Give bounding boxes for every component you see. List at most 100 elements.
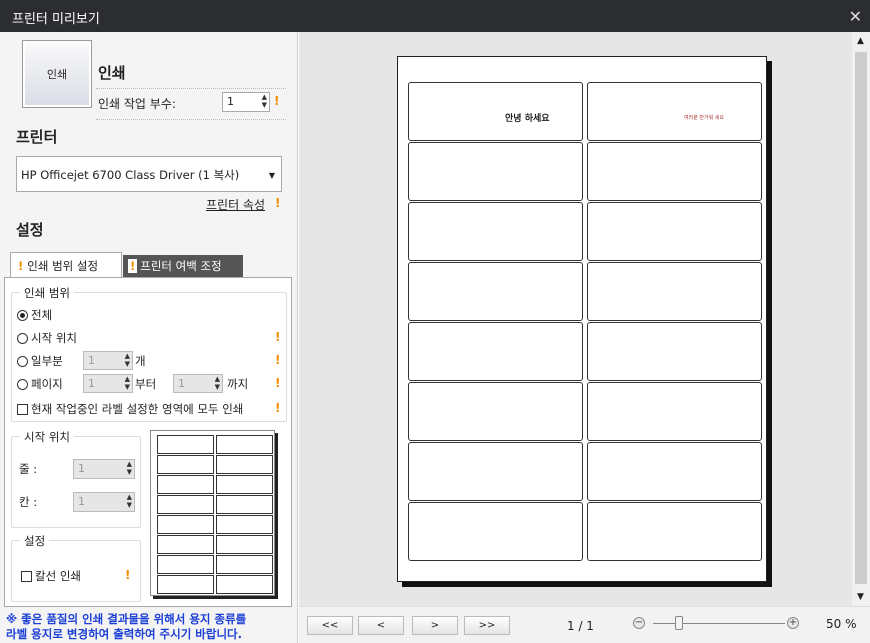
- radio-icon[interactable]: [17, 332, 28, 344]
- warning-icon: !: [275, 401, 281, 415]
- vertical-scrollbar[interactable]: ▲ ▼: [852, 32, 870, 606]
- thumbnail-cell[interactable]: [157, 435, 214, 454]
- warning-icon: !: [275, 376, 281, 390]
- settings-panel: 인쇄 인쇄 인쇄 작업 부수: 1 ▲ ▼ ! 프린터 HP Officejet 6…: [0, 32, 298, 643]
- spin-arrows-icon[interactable]: ▲ ▼: [125, 375, 130, 391]
- thumbnail-cell[interactable]: [157, 515, 214, 534]
- zoom-slider-thumb[interactable]: [675, 616, 684, 630]
- checkbox-current-area[interactable]: 현재 작업중인 라벨 설정한 영역에 모두 인쇄: [17, 401, 243, 417]
- label-cell: [587, 142, 762, 201]
- thumbnail-cell[interactable]: [157, 475, 214, 494]
- thumbnail-cell[interactable]: [216, 455, 273, 474]
- last-page-button[interactable]: >>: [464, 616, 510, 635]
- thumbnail-cell[interactable]: [157, 575, 214, 594]
- label-cell: [408, 382, 583, 441]
- label-cell: 안녕 하세요: [408, 82, 583, 141]
- thumbnail-cell[interactable]: [157, 555, 214, 574]
- radio-label: 페이지: [31, 377, 63, 391]
- thumbnail-cell[interactable]: [216, 495, 273, 514]
- label-layout-thumbnail[interactable]: [150, 430, 275, 596]
- scroll-down-icon[interactable]: ▼: [857, 592, 864, 602]
- first-page-button[interactable]: <<: [307, 616, 353, 635]
- title-bar: 프린터 미리보기 ✕: [0, 0, 870, 32]
- stepper-value: 1: [88, 377, 95, 390]
- thumbnail-cell[interactable]: [157, 495, 214, 514]
- to-suffix: 까지: [227, 377, 249, 391]
- thumbnail-cell[interactable]: [216, 535, 273, 554]
- checkbox-label: 현재 작업중인 라벨 설정한 영역에 모두 인쇄: [31, 402, 244, 416]
- prev-page-button[interactable]: <: [358, 616, 404, 635]
- thumbnail-cell[interactable]: [216, 575, 273, 594]
- radio-partial[interactable]: 일부분: [17, 353, 63, 369]
- divider: [96, 119, 286, 120]
- page-to-stepper[interactable]: 1 ▲ ▼: [173, 374, 223, 393]
- label-cell: [408, 502, 583, 561]
- preview-page: 안녕 하세요 여러분 반가워 세요: [397, 56, 767, 582]
- zoom-out-icon[interactable]: −: [633, 617, 645, 629]
- radio-all[interactable]: 전체: [17, 307, 52, 323]
- radio-label: 전체: [31, 308, 53, 322]
- label-cell: [587, 502, 762, 561]
- label-text: 여러분 반가워 세요: [684, 115, 724, 121]
- spin-arrows-icon[interactable]: ▲ ▼: [127, 460, 132, 476]
- tab-printer-margin[interactable]: ! 프린터 여백 조정: [123, 255, 243, 277]
- thumbnail-cell[interactable]: [157, 535, 214, 554]
- thumbnail-cell[interactable]: [216, 555, 273, 574]
- tab-print-range[interactable]: ! 인쇄 범위 설정: [10, 252, 122, 278]
- zoom-in-icon[interactable]: +: [787, 617, 799, 629]
- label-cell: [408, 322, 583, 381]
- stepper-value: 1: [78, 462, 85, 475]
- thumbnail-cell[interactable]: [216, 475, 273, 494]
- label-cell: [587, 382, 762, 441]
- group-title: 시작 위치: [20, 429, 74, 445]
- printer-select[interactable]: HP Officejet 6700 Class Driver (1 복사) ▼: [16, 156, 282, 192]
- radio-selected-icon[interactable]: [17, 309, 28, 321]
- thumbnail-cell[interactable]: [216, 435, 273, 454]
- group-title: 설정: [20, 533, 50, 549]
- label-text: 안녕 하세요: [505, 114, 550, 124]
- printer-properties-link[interactable]: 프린터 속성: [206, 196, 265, 213]
- radio-icon[interactable]: [17, 378, 28, 390]
- close-icon[interactable]: ✕: [849, 7, 862, 26]
- col-label: 칸 :: [19, 495, 38, 509]
- warning-icon: !: [128, 259, 138, 273]
- checkbox-icon[interactable]: [21, 570, 32, 582]
- spin-arrows-icon[interactable]: ▲ ▼: [127, 493, 132, 509]
- print-button[interactable]: 인쇄: [22, 40, 92, 108]
- radio-start-pos[interactable]: 시작 위치: [17, 330, 77, 346]
- label-cell: [587, 442, 762, 501]
- copies-label: 인쇄 작업 부수:: [98, 97, 176, 111]
- label-cell: [408, 202, 583, 261]
- partial-unit: 개: [135, 354, 146, 368]
- page-from-stepper[interactable]: 1 ▲ ▼: [83, 374, 133, 393]
- copies-value: 1: [227, 95, 234, 108]
- stepper-value: 1: [78, 495, 85, 508]
- warning-icon: !: [275, 196, 281, 210]
- next-page-button[interactable]: >: [412, 616, 458, 635]
- spin-arrows-icon[interactable]: ▲ ▼: [215, 375, 220, 391]
- scroll-up-icon[interactable]: ▲: [857, 36, 864, 46]
- divider: [96, 88, 286, 89]
- thumbnail-cell[interactable]: [157, 455, 214, 474]
- label-cell: [408, 442, 583, 501]
- spin-arrows-icon[interactable]: ▲ ▼: [262, 93, 267, 109]
- print-heading: 인쇄: [98, 64, 126, 82]
- tab-label: 프린터 여백 조정: [140, 259, 222, 273]
- window-title: 프린터 미리보기: [12, 12, 100, 27]
- zoom-slider-track[interactable]: [653, 623, 785, 624]
- col-stepper[interactable]: 1 ▲ ▼: [73, 492, 135, 512]
- row-stepper[interactable]: 1 ▲ ▼: [73, 459, 135, 479]
- checkbox-icon[interactable]: [17, 403, 28, 415]
- spin-arrows-icon[interactable]: ▲ ▼: [125, 352, 130, 368]
- checkbox-cutline[interactable]: 칼선 인쇄: [21, 568, 81, 584]
- scrollbar-thumb[interactable]: [855, 52, 867, 584]
- stepper-value: 1: [178, 377, 185, 390]
- settings-heading: 설정: [16, 221, 44, 239]
- chevron-down-icon[interactable]: ▼: [269, 171, 275, 180]
- label-cell: [408, 262, 583, 321]
- thumbnail-cell[interactable]: [216, 515, 273, 534]
- radio-icon[interactable]: [17, 355, 28, 367]
- radio-page[interactable]: 페이지: [17, 376, 63, 392]
- partial-count-stepper[interactable]: 1 ▲ ▼: [83, 351, 133, 370]
- copies-stepper[interactable]: 1 ▲ ▼: [222, 92, 270, 112]
